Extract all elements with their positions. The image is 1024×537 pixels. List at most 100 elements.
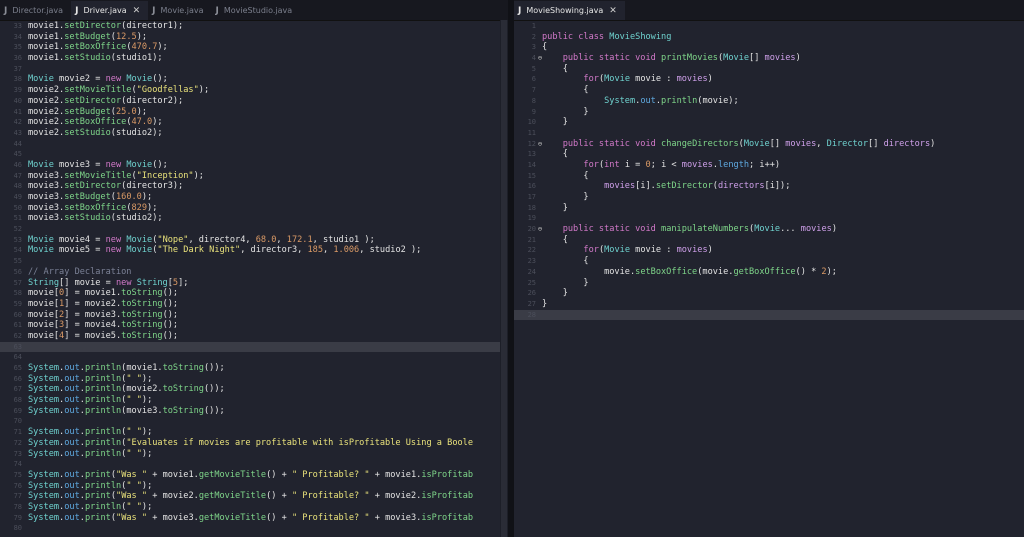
code-line[interactable]: 77 System.out.print("Was " + movie2.getMo… [0, 491, 508, 502]
code-line[interactable]: 80 [0, 523, 508, 534]
code-line[interactable]: 40 movie2.setDirector(director2); [0, 96, 508, 107]
code-line[interactable]: 20 ⊖ public static void manipulateNumbers… [514, 224, 1024, 235]
code-line[interactable]: 19 [514, 213, 1024, 224]
code-line[interactable]: 27} [514, 299, 1024, 310]
code-line[interactable]: 71 System.out.println(" "); [0, 427, 508, 438]
code-line[interactable]: 34 movie1.setBudget(12.5); [0, 32, 508, 43]
code-line[interactable]: 36 movie1.setStudio(studio1); [0, 53, 508, 64]
code-line[interactable]: 47 movie3.setMovieTitle("Inception"); [0, 171, 508, 182]
driver-editor-pane[interactable]: J Director.java J Driver.java ✕ J Movie.java J M… [0, 0, 508, 537]
code-line[interactable]: 16 movies[i].setDirector(directors[i]); [514, 181, 1024, 192]
code-line[interactable]: 55 [0, 256, 508, 267]
code-line[interactable]: 45 [0, 149, 508, 160]
code-line[interactable]: 4 ⊖ public static void printMovies(Movie[… [514, 53, 1024, 64]
code-line[interactable]: 26 } [514, 288, 1024, 299]
code-line[interactable]: 25 } [514, 278, 1024, 289]
code-line[interactable]: 37 [0, 64, 508, 75]
code-line[interactable]: 46 Movie movie3 = new Movie(); [0, 160, 508, 171]
code-line[interactable]: 49 movie3.setBudget(160.0); [0, 192, 508, 203]
scrollbar-thumb[interactable] [501, 20, 507, 537]
code-line[interactable]: 67 System.out.println(movie2.toString()); [0, 384, 508, 395]
line-number: 38 [13, 75, 22, 84]
close-tab-icon[interactable]: ✕ [133, 6, 141, 16]
code-line[interactable]: 5 { [514, 64, 1024, 75]
line-number: 23 [527, 257, 536, 266]
code-line[interactable]: 1 [514, 21, 1024, 32]
code-line[interactable]: 79 System.out.print("Was " + movie3.getMo… [0, 513, 508, 524]
code-line[interactable]: 61 movie[3] = movie4.toString(); [0, 320, 508, 331]
code-line[interactable]: 58 movie[0] = movie1.toString(); [0, 288, 508, 299]
code-line[interactable]: 50 movie3.setBoxOffice(829); [0, 203, 508, 214]
code-line[interactable]: 14 for(int i = 0; i < movies.length; i++… [514, 160, 1024, 171]
code-line[interactable]: 66 System.out.println(" "); [0, 374, 508, 385]
code-line[interactable]: 57 String[] movie = new String[5]; [0, 278, 508, 289]
code-line[interactable]: 62 movie[4] = movie5.toString(); [0, 331, 508, 342]
code-line[interactable]: 60 movie[2] = movie3.toString(); [0, 310, 508, 321]
code-line[interactable]: 9 } [514, 107, 1024, 118]
movieshowing-code-editor[interactable]: 1 2 public class MovieShowing 3{4 ⊖ public s… [514, 21, 1024, 321]
code-line[interactable]: 35 movie1.setBoxOffice(470.7); [0, 42, 508, 53]
code-line[interactable]: 11 [514, 128, 1024, 139]
code-line[interactable]: 69 System.out.println(movie3.toString()); [0, 406, 508, 417]
code-line[interactable]: 33 movie1.setDirector(director1); [0, 21, 508, 32]
code-line[interactable]: 70 [0, 416, 508, 427]
code-line[interactable]: 42 movie2.setBoxOffice(47.0); [0, 117, 508, 128]
code-line[interactable]: 74 [0, 459, 508, 470]
code-line[interactable]: 21 { [514, 235, 1024, 246]
code-line[interactable]: 24 movie.setBoxOffice(movie.getBoxOffice… [514, 267, 1024, 278]
code-line[interactable]: 41 movie2.setBudget(25.0); [0, 107, 508, 118]
code-line[interactable]: 23 { [514, 256, 1024, 267]
code-line[interactable]: 65 System.out.println(movie1.toString()); [0, 363, 508, 374]
code-line[interactable]: 3{ [514, 42, 1024, 53]
code-line[interactable]: 10 } [514, 117, 1024, 128]
code-line[interactable]: 72 System.out.println("Evaluates if movie… [0, 438, 508, 449]
code-line[interactable]: 56 // Array Declaration [0, 267, 508, 278]
code-line[interactable]: 12 ⊖ public static void changeDirectors(M… [514, 139, 1024, 150]
code-line[interactable]: 22 for(Movie movie : movies) [514, 245, 1024, 256]
driver-code-editor[interactable]: 33 movie1.setDirector(director1); 34 movie1… [0, 21, 508, 534]
code-line[interactable]: 39 movie2.setMovieTitle("Goodfellas"); [0, 85, 508, 96]
code-line[interactable]: 68 System.out.println(" "); [0, 395, 508, 406]
code-text: public static void manipulateNumbers(Mov… [562, 224, 837, 235]
line-number: 19 [527, 214, 536, 223]
code-line[interactable]: 54 Movie movie5 = new Movie("The Dark Nig… [0, 245, 508, 256]
tab-movieshowing-java[interactable]: J MovieShowing.java ✕ [514, 1, 625, 20]
tab-moviestudio-java[interactable]: J MovieStudio.java [212, 1, 301, 20]
code-line[interactable]: 76 System.out.println(" "); [0, 481, 508, 492]
code-line[interactable]: 63 [0, 341, 508, 353]
code-line[interactable]: 75 System.out.print("Was " + movie1.getMo… [0, 470, 508, 481]
code-line[interactable]: 17 } [514, 192, 1024, 203]
line-number: 77 [13, 492, 22, 501]
code-line[interactable]: 8 System.out.println(movie); [514, 96, 1024, 107]
code-text: } [542, 298, 548, 309]
code-line[interactable]: 44 [0, 139, 508, 150]
code-line[interactable]: 48 movie3.setDirector(director3); [0, 181, 508, 192]
tab-label: Movie.java [160, 6, 204, 15]
code-line[interactable]: 52 [0, 224, 508, 235]
code-line[interactable]: 73 System.out.println(" "); [0, 449, 508, 460]
code-text: movie1.setDirector(director1); [28, 21, 184, 31]
code-text: Movie movie2 = new Movie(); [28, 74, 168, 85]
code-line[interactable]: 53 Movie movie4 = new Movie("Nope", direc… [0, 235, 508, 246]
code-line[interactable]: 64 [0, 352, 508, 363]
code-line[interactable]: 6 for(Movie movie : movies) [514, 74, 1024, 85]
code-line[interactable]: 15 { [514, 171, 1024, 182]
code-line[interactable]: 38 Movie movie2 = new Movie(); [0, 74, 508, 85]
movieshowing-editor-pane[interactable]: J MovieShowing.java ✕ 1 2 public class Movie… [514, 0, 1024, 537]
close-tab-icon[interactable]: ✕ [609, 6, 617, 16]
tab-driver-java[interactable]: J Driver.java ✕ [71, 1, 149, 20]
code-line[interactable]: 43 movie2.setStudio(studio2); [0, 128, 508, 139]
code-line[interactable]: 28 [514, 309, 1024, 321]
code-line[interactable]: 78 System.out.println(" "); [0, 502, 508, 513]
code-line[interactable]: 13 { [514, 149, 1024, 160]
left-vertical-scrollbar[interactable] [500, 20, 508, 537]
code-line[interactable]: 18 } [514, 203, 1024, 214]
code-line[interactable]: 7 { [514, 85, 1024, 96]
tab-movie-java[interactable]: J Movie.java [148, 1, 211, 20]
code-text: } [542, 192, 589, 202]
code-line[interactable]: 2 public class MovieShowing [514, 32, 1024, 43]
code-text: movie3.setDirector(director3); [28, 181, 184, 192]
tab-director-java[interactable]: J Director.java [0, 1, 71, 20]
code-line[interactable]: 59 movie[1] = movie2.toString(); [0, 299, 508, 310]
code-line[interactable]: 51 movie3.setStudio(studio2); [0, 213, 508, 224]
